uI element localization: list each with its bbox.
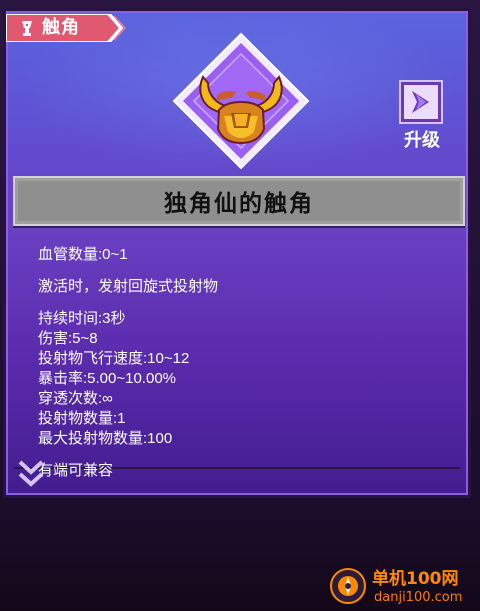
stat-blood-vessel: 血管数量:0~1 xyxy=(38,246,128,263)
stat-speed: 投射物飞行速度:10~12 xyxy=(38,350,190,367)
stat-partial-line: 有端可兼容 xyxy=(38,462,114,479)
stat-crit: 暴击率:5.00~10.00% xyxy=(38,370,176,387)
double-chevron-down-icon xyxy=(18,460,44,487)
upgrade-label: 升级 xyxy=(404,130,440,151)
stat-pierce: 穿透次数:∞ xyxy=(38,390,113,407)
watermark-title: 单机100网 xyxy=(372,569,459,589)
upgrade-button[interactable]: 升级 xyxy=(396,78,448,154)
stat-count: 投射物数量:1 xyxy=(38,410,126,427)
more-button[interactable] xyxy=(17,458,45,490)
stat-duration: 持续时间:3秒 xyxy=(38,310,126,327)
trophy-icon xyxy=(20,19,34,37)
stat-max-count: 最大投射物数量:100 xyxy=(38,430,173,447)
watermark-url: danji100.com xyxy=(374,590,463,605)
item-icon-frame xyxy=(172,32,310,170)
stat-damage: 伤害:5~8 xyxy=(38,330,98,347)
chevron-right-icon xyxy=(412,91,429,113)
danji100-logo xyxy=(330,568,366,604)
stat-activation: 激活时，发射回旋式投射物 xyxy=(38,278,219,295)
item-stats: 血管数量:0~1 激活时，发射回旋式投射物 持续时间:3秒 伤害:5~8 投射物… xyxy=(38,246,428,482)
tag-label: 触角 xyxy=(42,17,80,38)
item-name-bar: 独角仙的触角 xyxy=(13,176,465,226)
item-name: 独角仙的触角 xyxy=(164,191,314,217)
watermark: 单机100网 danji100.com xyxy=(328,566,480,611)
item-category-tag: 触角 xyxy=(6,14,126,42)
upgrade-icon-box xyxy=(401,82,441,122)
